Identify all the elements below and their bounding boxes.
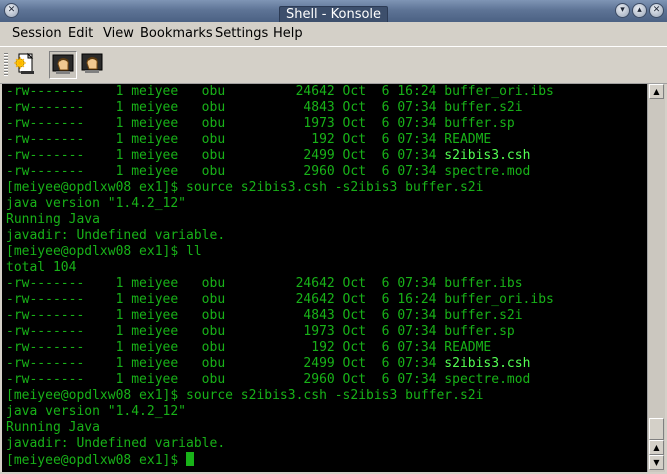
terminal-line: -rw------- 1 meiyee obu 2499 Oct 6 07:34… — [6, 148, 554, 164]
terminal-line: -rw------- 1 meiyee obu 1973 Oct 6 07:34… — [6, 324, 554, 340]
terminal-line: -rw------- 1 meiyee obu 24642 Oct 6 16:2… — [6, 84, 554, 100]
terminal-icon — [52, 54, 74, 74]
executable-filename: s2ibis3.csh — [444, 148, 531, 163]
terminal-line: javadir: Undefined variable. — [6, 228, 554, 244]
menu-bar: Session Edit View Bookmarks Settings Hel… — [0, 22, 667, 46]
terminal-line-text: [meiyee@opdlxw08 ex1]$ source s2ibis3.cs… — [6, 388, 484, 403]
terminal-line: -rw------- 1 meiyee obu 24642 Oct 6 16:2… — [6, 292, 554, 308]
executable-filename: s2ibis3.csh — [444, 356, 531, 371]
terminal-line-text: -rw------- 1 meiyee obu 24642 Oct 6 16:2… — [6, 84, 554, 99]
maximize-icon[interactable]: ▴ — [632, 3, 647, 18]
terminal-line: -rw------- 1 meiyee obu 1973 Oct 6 07:34… — [6, 116, 554, 132]
terminal-line-text: -rw------- 1 meiyee obu 2499 Oct 6 07:34 — [6, 356, 445, 371]
terminal-line: java version "1.4.2_12" — [6, 196, 554, 212]
terminal-line-text: javadir: Undefined variable. — [6, 436, 226, 451]
terminal-line: [meiyee@opdlxw08 ex1]$ source s2ibis3.cs… — [6, 180, 554, 196]
terminal-icon — [81, 53, 103, 73]
new-session-button[interactable] — [12, 51, 40, 79]
vertical-scrollbar[interactable]: ▲ ▲ ▼ — [647, 84, 665, 472]
terminal-line: -rw------- 1 meiyee obu 4843 Oct 6 07:34… — [6, 308, 554, 324]
terminal-line-text: -rw------- 1 meiyee obu 2960 Oct 6 07:34… — [6, 164, 531, 179]
terminal-line: -rw------- 1 meiyee obu 24642 Oct 6 07:3… — [6, 276, 554, 292]
terminal-line-text: -rw------- 1 meiyee obu 4843 Oct 6 07:34… — [6, 100, 523, 115]
konsole-window: ✕ Shell - Konsole ▾ ▴ ✕ Session Edit Vie… — [0, 0, 667, 474]
terminal-line-text: -rw------- 1 meiyee obu 192 Oct 6 07:34 … — [6, 132, 492, 147]
terminal-line-text: java version "1.4.2_12" — [6, 404, 187, 419]
scroll-up-arrow-icon[interactable]: ▲ — [649, 84, 664, 99]
title-bar[interactable]: ✕ Shell - Konsole ▾ ▴ ✕ — [0, 0, 667, 24]
terminal-line-text: -rw------- 1 meiyee obu 2499 Oct 6 07:34 — [6, 148, 445, 163]
terminal-line: Running Java — [6, 212, 554, 228]
terminal-line: [meiyee@opdlxw08 ex1]$ ll — [6, 244, 554, 260]
terminal-line: Running Java — [6, 420, 554, 436]
session-tab-1[interactable] — [49, 51, 77, 79]
menu-bookmarks[interactable]: Bookmarks — [140, 26, 213, 41]
terminal-line: [meiyee@opdlxw08 ex1]$ — [6, 452, 554, 468]
terminal-line: -rw------- 1 meiyee obu 4843 Oct 6 07:34… — [6, 100, 554, 116]
terminal-line-text: -rw------- 1 meiyee obu 2960 Oct 6 07:34… — [6, 372, 531, 387]
terminal-line-text: -rw------- 1 meiyee obu 1973 Oct 6 07:34… — [6, 324, 515, 339]
terminal-line: -rw------- 1 meiyee obu 2960 Oct 6 07:34… — [6, 164, 554, 180]
toolbar-grip[interactable] — [4, 53, 8, 77]
terminal-line: [meiyee@opdlxw08 ex1]$ source s2ibis3.cs… — [6, 388, 554, 404]
terminal-line-text: -rw------- 1 meiyee obu 24642 Oct 6 16:2… — [6, 292, 554, 307]
terminal-line-text: Running Java — [6, 212, 100, 227]
terminal-line: -rw------- 1 meiyee obu 192 Oct 6 07:34 … — [6, 340, 554, 356]
terminal-line: -rw------- 1 meiyee obu 2960 Oct 6 07:34… — [6, 372, 554, 388]
terminal-line-text: java version "1.4.2_12" — [6, 196, 187, 211]
menu-help[interactable]: Help — [273, 26, 303, 41]
close-icon[interactable]: ✕ — [649, 3, 664, 18]
menu-edit[interactable]: Edit — [68, 26, 93, 41]
terminal-line-text: javadir: Undefined variable. — [6, 228, 226, 243]
terminal-line: java version "1.4.2_12" — [6, 404, 554, 420]
scroll-up-arrow-icon[interactable]: ▲ — [649, 440, 664, 455]
terminal-output: -rw------- 1 meiyee obu 24642 Oct 6 16:2… — [6, 84, 554, 468]
terminal-line: javadir: Undefined variable. — [6, 436, 554, 452]
terminal-line: -rw------- 1 meiyee obu 192 Oct 6 07:34 … — [6, 132, 554, 148]
toolbar — [0, 46, 667, 84]
terminal-line-text: [meiyee@opdlxw08 ex1]$ — [6, 453, 187, 468]
terminal-line: -rw------- 1 meiyee obu 2499 Oct 6 07:34… — [6, 356, 554, 372]
terminal-line-text: Running Java — [6, 420, 100, 435]
terminal-line-text: -rw------- 1 meiyee obu 1973 Oct 6 07:34… — [6, 116, 515, 131]
session-tab-2[interactable] — [79, 51, 107, 79]
menu-settings[interactable]: Settings — [215, 26, 268, 41]
terminal-area[interactable]: -rw------- 1 meiyee obu 24642 Oct 6 16:2… — [2, 84, 647, 472]
terminal-line-text: [meiyee@opdlxw08 ex1]$ ll — [6, 244, 202, 259]
terminal-line: total 104 — [6, 260, 554, 276]
terminal-line-text: -rw------- 1 meiyee obu 4843 Oct 6 07:34… — [6, 308, 523, 323]
scrollbar-thumb[interactable] — [649, 418, 664, 440]
menu-session[interactable]: Session — [12, 26, 62, 41]
terminal-line-text: [meiyee@opdlxw08 ex1]$ source s2ibis3.cs… — [6, 180, 484, 195]
terminal-line-text: -rw------- 1 meiyee obu 24642 Oct 6 07:3… — [6, 276, 523, 291]
menu-view[interactable]: View — [103, 26, 134, 41]
text-cursor — [186, 452, 195, 466]
scroll-down-arrow-icon[interactable]: ▼ — [649, 455, 664, 470]
new-session-icon — [14, 52, 34, 74]
terminal-line-text: total 104 — [6, 260, 77, 275]
terminal-line-text: -rw------- 1 meiyee obu 192 Oct 6 07:34 … — [6, 340, 492, 355]
minimize-icon[interactable]: ▾ — [615, 3, 630, 18]
